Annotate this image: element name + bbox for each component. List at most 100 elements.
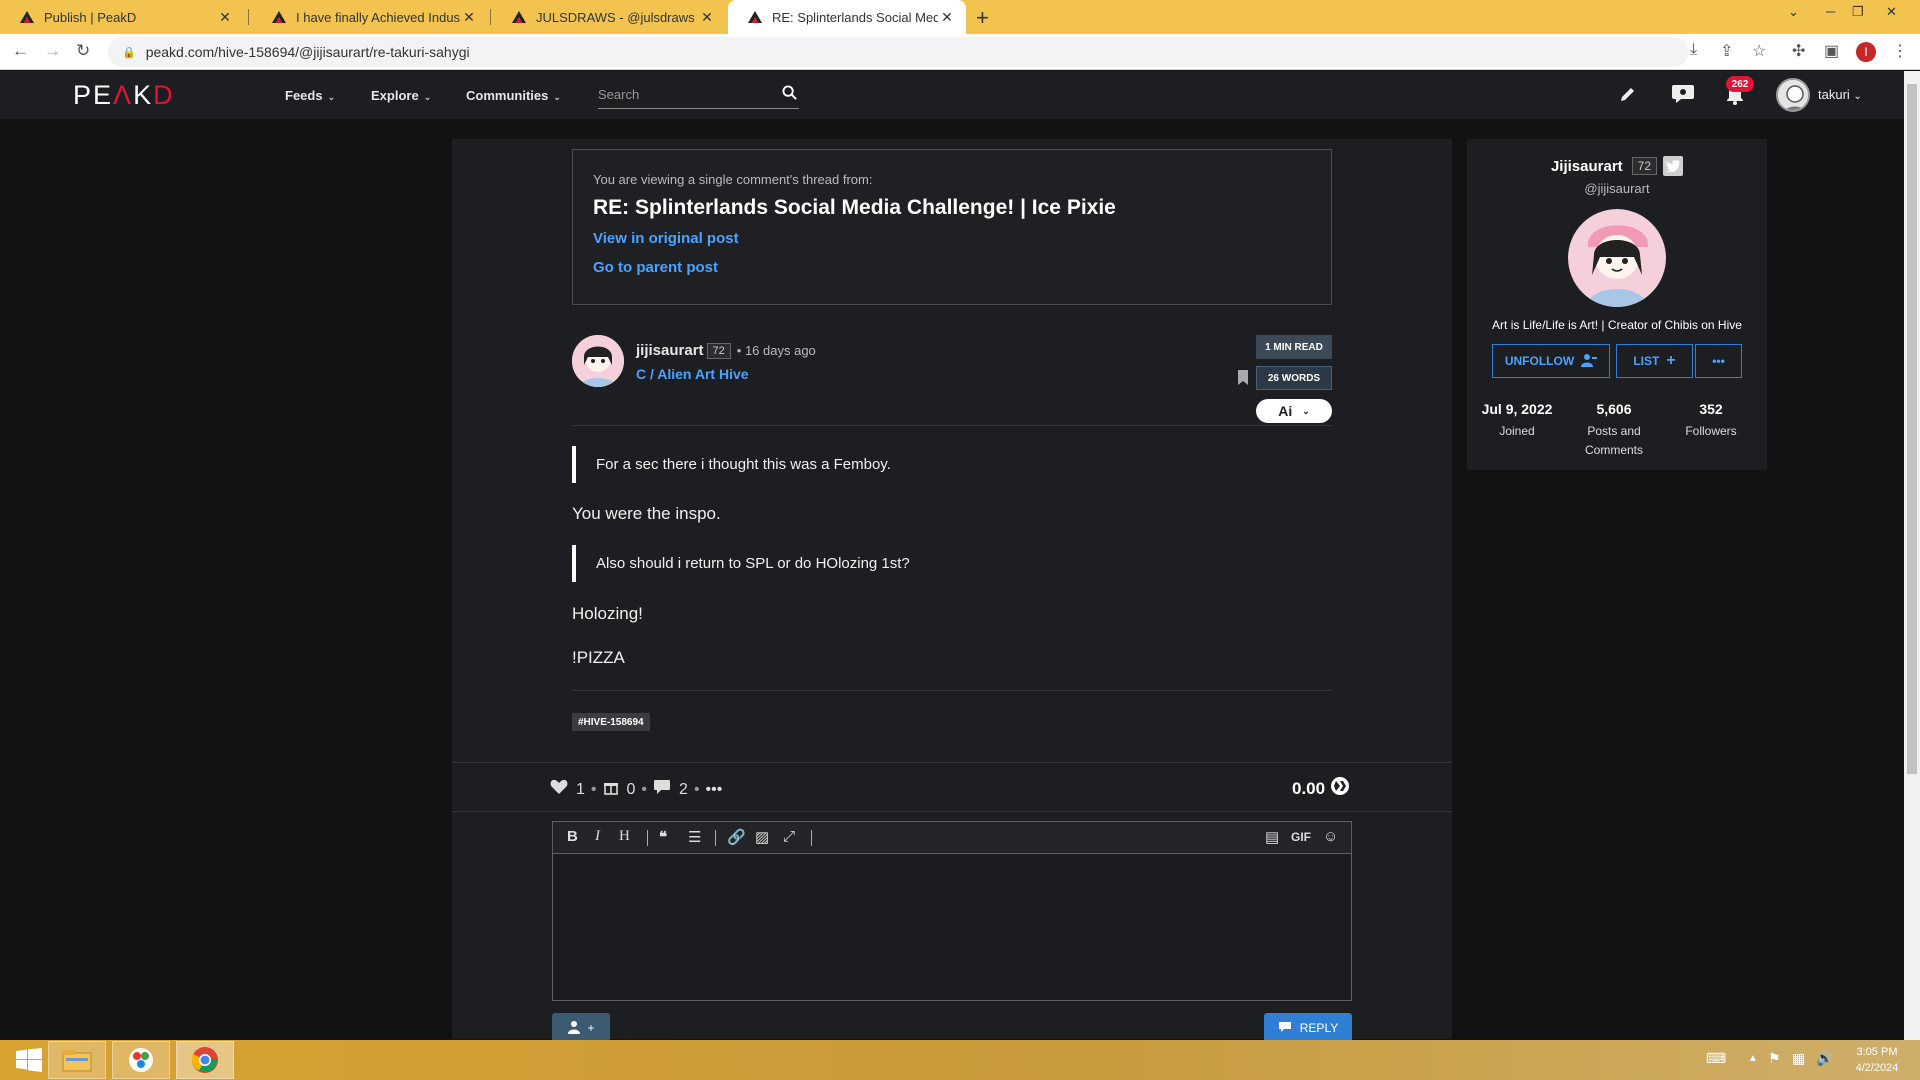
language-selector[interactable]: Ai ⌄ (1256, 399, 1332, 423)
vote-count: 1 (576, 780, 585, 798)
separator (647, 830, 648, 846)
snippets-icon[interactable]: ▤ (1265, 828, 1279, 846)
tab-achieved[interactable]: I have finally Achieved Industry L ✕ (252, 0, 488, 34)
network-icon[interactable]: ▦ (1792, 1050, 1805, 1067)
volume-icon[interactable]: 🔊 (1816, 1050, 1833, 1067)
chevron-down-icon: ⌄ (1302, 405, 1310, 416)
reply-textarea[interactable] (553, 854, 1351, 1000)
list-icon[interactable]: ☰ (688, 828, 701, 846)
nav-communities[interactable]: Communities ⌄ (466, 88, 561, 103)
beneficiary-button[interactable]: + (552, 1013, 610, 1043)
profile-avatar[interactable] (1568, 209, 1666, 307)
vote-action[interactable]: 1 • 0 • 2 • ••• (550, 779, 722, 800)
profile-reputation: 72 (1631, 157, 1658, 175)
share-icon[interactable]: ⇪ (1720, 41, 1733, 61)
chevron-down-icon: ⌄ (1853, 91, 1862, 102)
pencil-icon[interactable] (1619, 85, 1637, 108)
go-to-parent-link[interactable]: Go to parent post (593, 259, 1311, 276)
tab-close-icon[interactable]: ✕ (216, 9, 234, 26)
tab-separator (490, 9, 491, 25)
view-original-link[interactable]: View in original post (593, 230, 1311, 247)
profile-avatar-icon[interactable]: I (1856, 42, 1876, 62)
address-bar[interactable]: 🔒 peakd.com/hive-158694/@jijisaurart/re-… (108, 37, 1688, 67)
peakd-favicon-icon (270, 9, 288, 25)
chat-icon[interactable] (1671, 83, 1695, 110)
author-name[interactable]: jijisaurart (636, 342, 704, 359)
profile-bio: Art is Life/Life is Art! | Creator of Ch… (1492, 318, 1742, 332)
profile-name[interactable]: Jijisaurart (1551, 158, 1623, 175)
os-taskbar: ⌨ ▲ ⚑ ▦ 🔊 3:05 PM 4/2/2024 (0, 1040, 1920, 1080)
user-icon (567, 1020, 581, 1037)
tab-title: JULSDRAWS - @julsdraws | Peak (536, 9, 698, 25)
extensions-icon[interactable]: ✣ (1792, 41, 1805, 61)
profile-card: Jijisaurart 72 @jijisaurart Art is Life/… (1467, 139, 1767, 470)
search-box (598, 82, 799, 109)
restore-icon[interactable]: ❐ (1852, 4, 1864, 20)
payout-value[interactable]: 0.00 (1292, 777, 1350, 800)
search-icon[interactable] (782, 85, 797, 105)
tab-julsdraws[interactable]: JULSDRAWS - @julsdraws | Peak ✕ (492, 0, 726, 34)
user-avatar[interactable] (1776, 78, 1810, 112)
back-icon[interactable]: ← (12, 41, 29, 61)
bold-icon[interactable]: B (567, 828, 578, 845)
side-panel-icon[interactable]: ▣ (1824, 41, 1839, 61)
tab-current-thread[interactable]: RE: Splinterlands Social Media Ch ✕ (728, 0, 966, 34)
list-button[interactable]: LIST + (1616, 344, 1693, 378)
tag-chip[interactable]: #HIVE-158694 (572, 713, 650, 731)
author-avatar[interactable] (572, 335, 624, 387)
comment-icon (1278, 1021, 1292, 1036)
new-tab-button[interactable]: + (976, 5, 989, 31)
comment-author-row: jijisaurart 72 • 16 days ago C / Alien A… (572, 335, 1332, 423)
comment-icon[interactable] (653, 779, 671, 800)
install-icon[interactable]: ⤓ (1690, 41, 1697, 59)
chrome-menu-icon[interactable]: ⋮ (1892, 41, 1908, 61)
fullscreen-icon[interactable]: ⤢ (783, 828, 795, 845)
action-center-flag-icon[interactable]: ⚑ (1768, 1050, 1781, 1067)
gif-button[interactable]: GIF (1291, 830, 1311, 844)
tab-close-icon[interactable]: ✕ (698, 9, 716, 26)
reload-icon[interactable]: ↻ (76, 41, 90, 61)
heart-icon[interactable] (550, 779, 568, 800)
tab-publish[interactable]: Publish | PeakD ✕ (0, 0, 244, 34)
system-clock[interactable]: 3:05 PM 4/2/2024 (1844, 1044, 1910, 1076)
bookmark-icon[interactable] (1238, 370, 1248, 390)
gift-icon[interactable] (603, 779, 619, 800)
tab-search-icon[interactable]: ⌄ (1788, 4, 1799, 20)
search-input[interactable] (598, 82, 768, 106)
reply-button[interactable]: REPLY (1264, 1013, 1352, 1043)
image-icon[interactable]: ▨ (755, 828, 769, 846)
separator (715, 830, 716, 846)
tab-close-icon[interactable]: ✕ (460, 9, 478, 26)
more-button[interactable]: ••• (1695, 344, 1742, 378)
bookmark-star-icon[interactable]: ☆ (1752, 41, 1766, 61)
tab-close-icon[interactable]: ✕ (938, 9, 956, 26)
nav-explore[interactable]: Explore ⌄ (371, 88, 431, 103)
user-menu[interactable]: takuri ⌄ (1818, 87, 1862, 102)
community-link[interactable]: C / Alien Art Hive (636, 366, 749, 382)
tab-title: RE: Splinterlands Social Media Ch (772, 9, 938, 25)
file-explorer-icon[interactable] (48, 1041, 106, 1079)
chrome-taskbar-icon[interactable] (176, 1041, 234, 1079)
comment-time[interactable]: • 16 days ago (737, 343, 816, 358)
show-hidden-icons[interactable]: ▲ (1748, 1053, 1758, 1064)
heading-icon[interactable]: H (619, 828, 630, 845)
close-window-icon[interactable]: ✕ (1886, 4, 1897, 20)
unfollow-button[interactable]: UNFOLLOW (1492, 344, 1610, 378)
word-count-badge: 26 WORDS (1256, 366, 1332, 390)
link-icon[interactable]: 🔗 (727, 828, 746, 846)
page-scrollbar-thumb[interactable] (1907, 84, 1917, 774)
emoji-icon[interactable]: ☺ (1323, 828, 1338, 845)
tab-title: I have finally Achieved Industry L (296, 9, 460, 25)
keyboard-icon[interactable]: ⌨ (1706, 1050, 1726, 1067)
peakd-logo[interactable]: PEΛKD (73, 80, 175, 111)
minimize-icon[interactable]: ─ (1826, 4, 1835, 19)
stat-posts: 5,606 Posts and Comments (1584, 401, 1643, 457)
quote-text: Also should i return to SPL or do HOlozi… (596, 555, 910, 572)
nav-feeds[interactable]: Feeds ⌄ (285, 88, 335, 103)
forward-icon[interactable]: → (44, 41, 61, 61)
paint-app-icon[interactable] (112, 1041, 170, 1079)
quote-icon[interactable]: ❝ (659, 828, 667, 846)
twitter-icon[interactable] (1663, 156, 1684, 176)
more-options-icon[interactable]: ••• (706, 781, 723, 799)
italic-icon[interactable]: I (595, 828, 600, 845)
